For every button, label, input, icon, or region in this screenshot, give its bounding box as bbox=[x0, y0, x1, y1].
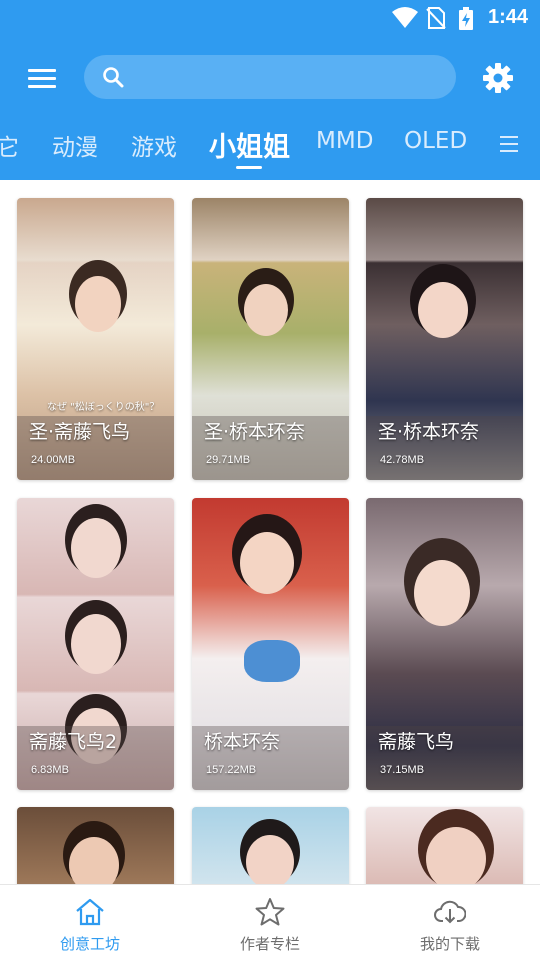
tab-girls[interactable]: 小姐姐 bbox=[209, 125, 290, 164]
nav-label: 我的下载 bbox=[419, 935, 480, 953]
cloud-download-icon bbox=[434, 900, 466, 924]
nav-downloads[interactable]: 我的下载 bbox=[360, 885, 540, 961]
nav-label: 作者专栏 bbox=[239, 935, 300, 953]
wallpaper-card[interactable] bbox=[366, 807, 523, 884]
wallpaper-card[interactable]: 斋藤飞鸟 37.15MB bbox=[366, 498, 523, 790]
tab-anime[interactable]: 动漫 bbox=[52, 128, 98, 162]
thumbnail-figure bbox=[71, 518, 121, 578]
thumbnail-figure bbox=[418, 282, 468, 338]
thumbnail-figure bbox=[75, 276, 121, 332]
thumbnail-figure bbox=[69, 837, 119, 884]
thumbnail-figure bbox=[240, 532, 294, 594]
wifi-icon bbox=[392, 7, 418, 28]
card-size: 42.78MB bbox=[380, 454, 425, 466]
wallpaper-card[interactable]: なぜ "松ぼっくりの秋"？ 圣·斋藤飞鸟 24.00MB bbox=[17, 198, 174, 480]
card-title: 斋藤飞鸟2 bbox=[29, 731, 118, 753]
wallpaper-card[interactable]: 斋藤飞鸟2 6.83MB bbox=[17, 498, 174, 790]
gear-icon[interactable] bbox=[480, 60, 516, 96]
wallpaper-card[interactable]: 圣·桥本环奈 29.71MB bbox=[192, 198, 349, 480]
wallpaper-grid: なぜ "松ぼっくりの秋"？ 圣·斋藤飞鸟 24.00MB 圣·桥本环奈 29.7… bbox=[0, 180, 540, 884]
battery-charging-icon bbox=[459, 7, 473, 30]
bow-shape bbox=[244, 640, 300, 682]
nav-label: 创意工坊 bbox=[59, 935, 120, 953]
thumbnail-figure bbox=[414, 560, 470, 626]
status-bar: 1:44 bbox=[0, 0, 540, 36]
card-size: 24.00MB bbox=[31, 454, 76, 466]
thumbnail-caption: なぜ "松ぼっくりの秋"？ bbox=[47, 402, 160, 413]
star-icon bbox=[255, 898, 285, 926]
card-size: 37.15MB bbox=[380, 764, 425, 776]
card-title: 圣·桥本环奈 bbox=[378, 421, 480, 443]
thumbnail-figure bbox=[244, 284, 288, 336]
tab-games[interactable]: 游戏 bbox=[131, 128, 177, 162]
nav-authors[interactable]: 作者专栏 bbox=[180, 885, 360, 961]
search-input[interactable] bbox=[140, 61, 444, 95]
thumbnail-figure bbox=[426, 827, 486, 884]
wallpaper-card[interactable]: 圣·桥本环奈 42.78MB bbox=[366, 198, 523, 480]
thumbnail-figure bbox=[71, 614, 121, 674]
category-tabs: 它 动漫 游戏 小姐姐 MMD OLED bbox=[0, 118, 540, 174]
card-title: 圣·斋藤飞鸟 bbox=[29, 421, 131, 443]
menu-icon[interactable] bbox=[22, 58, 62, 98]
toolbar bbox=[0, 50, 540, 106]
search-icon bbox=[103, 67, 124, 88]
card-size: 6.83MB bbox=[31, 764, 69, 776]
thumbnail-figure bbox=[246, 835, 294, 884]
nav-workshop[interactable]: 创意工坊 bbox=[0, 885, 180, 961]
bottom-navigation: 创意工坊 作者专栏 我的下载 bbox=[0, 884, 540, 961]
card-size: 157.22MB bbox=[206, 764, 257, 776]
wallpaper-card[interactable] bbox=[192, 807, 349, 884]
active-tab-indicator bbox=[236, 166, 262, 169]
card-title: 圣·桥本环奈 bbox=[204, 421, 306, 443]
search-bar[interactable] bbox=[84, 55, 456, 99]
tab-oled[interactable]: OLED bbox=[404, 128, 467, 154]
tab-mmd[interactable]: MMD bbox=[316, 128, 373, 154]
status-time: 1:44 bbox=[487, 6, 528, 28]
no-sim-icon bbox=[426, 7, 446, 29]
card-title: 斋藤飞鸟 bbox=[378, 731, 455, 753]
card-title: 桥本环奈 bbox=[204, 731, 281, 753]
tab-other[interactable]: 它 bbox=[0, 128, 19, 162]
wallpaper-card[interactable] bbox=[17, 807, 174, 884]
home-icon bbox=[76, 898, 104, 926]
app-header: 1:44 它 动漫 游戏 小姐姐 MMD OLED bbox=[0, 0, 540, 180]
card-size: 29.71MB bbox=[206, 454, 251, 466]
wallpaper-card[interactable]: 桥本环奈 157.22MB bbox=[192, 498, 349, 790]
more-categories-icon[interactable] bbox=[498, 132, 522, 156]
